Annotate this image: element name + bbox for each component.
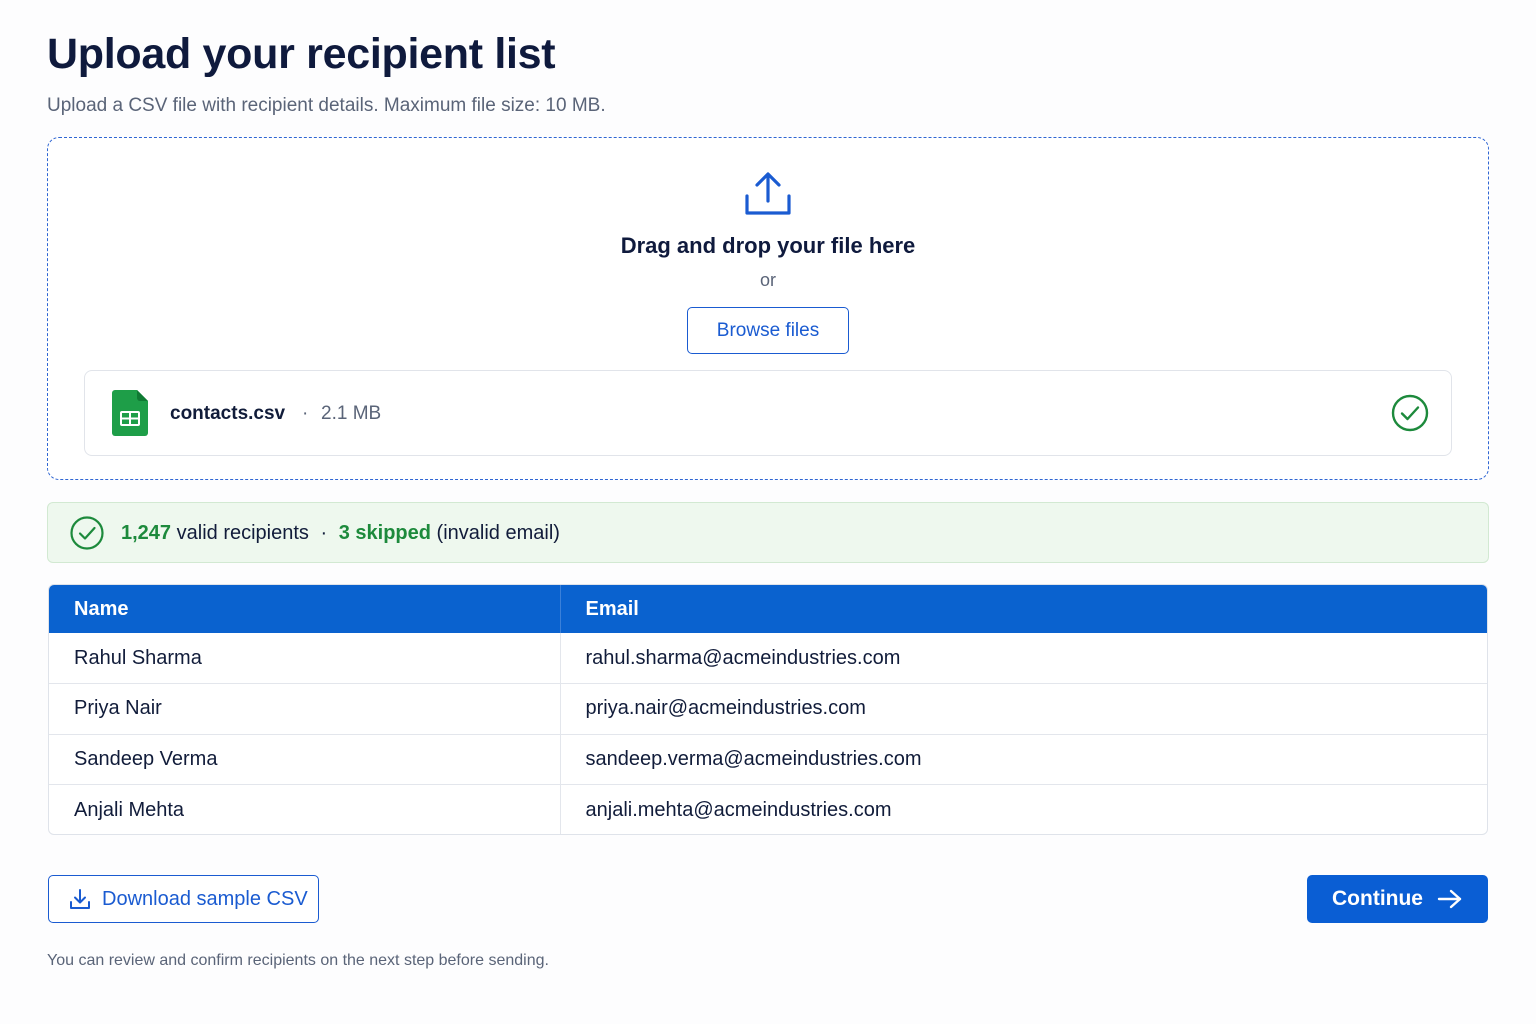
- table-row: Anjali Mehta anjali.mehta@acmeindustries…: [49, 784, 1487, 834]
- check-circle-icon: [1391, 394, 1429, 432]
- validation-summary-text: 1,247 valid recipients · 3 skipped (inva…: [121, 522, 560, 545]
- success-check-icon: [70, 516, 104, 550]
- uploaded-file-card: [84, 370, 1452, 456]
- continue-label: Continue: [1332, 887, 1423, 910]
- recipient-email: sandeep.verma@acmeindustries.com: [585, 747, 922, 770]
- recipient-preview-table: Name Email Rahul Sharma rahul.sharma@acm…: [48, 584, 1488, 835]
- spreadsheet-file-icon: [112, 390, 148, 436]
- file-size: 2.1 MB: [321, 403, 382, 424]
- dropzone-title: Drag and drop your file here: [620, 233, 916, 258]
- browse-files-button[interactable]: Browse files: [687, 307, 849, 354]
- table-row: Priya Nair priya.nair@acmeindustries.com: [49, 683, 1487, 734]
- summary-separator: ·: [320, 522, 328, 544]
- footer-note: You can review and confirm recipients on…: [47, 952, 549, 969]
- column-header-email: Email: [585, 597, 639, 620]
- dropzone-or-text: or: [759, 270, 776, 290]
- page-title: Upload your recipient list: [47, 30, 556, 78]
- skipped-count: 3 skipped: [338, 522, 431, 544]
- recipient-email: priya.nair@acmeindustries.com: [585, 697, 866, 720]
- upload-icon: [745, 172, 791, 215]
- download-icon: [70, 889, 90, 909]
- file-separator: ·: [302, 403, 309, 424]
- recipient-name: Sandeep Verma: [49, 734, 561, 785]
- recipient-email: rahul.sharma@acmeindustries.com: [585, 646, 901, 669]
- skipped-reason: (invalid email): [436, 522, 560, 544]
- arrow-right-icon: [1437, 889, 1462, 909]
- continue-button[interactable]: Continue: [1307, 875, 1488, 923]
- valid-count: 1,247: [121, 522, 172, 544]
- recipient-name: Rahul Sharma: [49, 633, 561, 684]
- table-row: Sandeep Verma sandeep.verma@acmeindustri…: [49, 734, 1487, 785]
- valid-label: valid recipients: [176, 522, 309, 544]
- recipient-name: Priya Nair: [49, 683, 561, 734]
- download-sample-csv-button[interactable]: Download sample CSV: [48, 875, 319, 923]
- recipient-name: Anjali Mehta: [49, 784, 561, 834]
- table-row: Rahul Sharma rahul.sharma@acmeindustries…: [49, 633, 1487, 684]
- file-name: contacts.csv: [170, 403, 286, 424]
- recipient-email: anjali.mehta@acmeindustries.com: [585, 798, 892, 821]
- column-header-name: Name: [49, 585, 561, 633]
- table-header-row: Name Email: [49, 585, 1487, 633]
- download-sample-csv-label: Download sample CSV: [102, 887, 308, 910]
- page-subtitle: Upload a CSV file with recipient details…: [47, 95, 606, 116]
